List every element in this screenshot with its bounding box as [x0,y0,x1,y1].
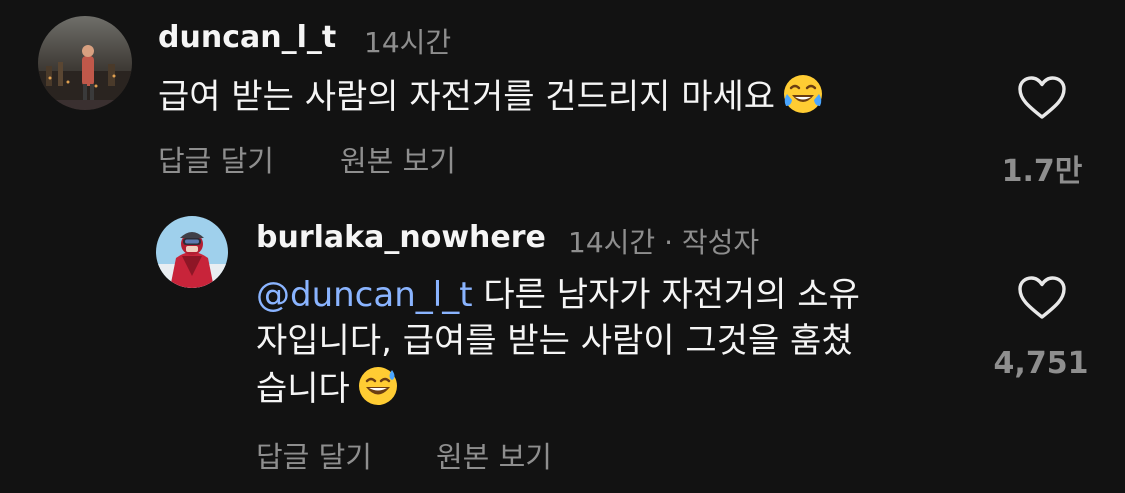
see-original-button[interactable]: 원본 보기 [436,434,552,476]
comment-body: 다른 남자가 자전거의 소유 [483,275,860,315]
reply-button[interactable]: 답글 달기 [256,434,372,476]
avatar-image [156,216,228,288]
comment-timestamp: 14시간 [568,226,656,259]
like-button[interactable] [1016,275,1068,321]
heart-icon [1018,76,1066,119]
comment-text: 급여 받는 사람의 자전거를 건드리지 마세요 [158,72,978,120]
comment-username[interactable]: burlaka_nowhere [256,220,546,255]
grinning-face-with-sweat-icon [356,364,400,408]
comment-username[interactable]: duncan_l_t [158,20,336,55]
reply-comment: burlaka_nowhere 14시간 · 작성자 @duncan_l_t 다… [0,200,1125,493]
comment-line: @duncan_l_t 다른 남자가 자전거의 소유 [256,272,976,318]
heart-icon [1018,276,1066,319]
reply-button[interactable]: 답글 달기 [158,138,274,180]
mention-link[interactable]: @duncan_l_t [256,275,473,315]
comment-body: 급여 받는 사람의 자전거를 건드리지 마세요 [158,77,776,117]
author-badge: · 작성자 [664,226,760,259]
like-count: 4,751 [993,346,1089,381]
comment-timestamp: 14시간 [364,26,452,59]
comment-meta: 14시간 · 작성자 [568,221,759,261]
like-count: 1.7만 [1001,154,1083,189]
avatar-image [38,16,132,110]
avatar[interactable] [156,216,228,288]
comment-line: 자입니다, 급여를 받는 사람이 그것을 훔쳤 [256,321,853,361]
comment-line: 습니다 [256,364,976,412]
like-button[interactable] [1016,75,1068,121]
comment-body: 습니다 [256,369,350,409]
avatar[interactable] [38,16,132,110]
comment: duncan_l_t 14시간 급여 받는 사람의 자전거를 건드리지 마세요 … [0,0,1125,200]
comment-text: @duncan_l_t 다른 남자가 자전거의 소유 자입니다, 급여를 받는 … [256,272,976,412]
see-original-button[interactable]: 원본 보기 [340,138,456,180]
face-with-tears-of-joy-icon [781,72,825,116]
